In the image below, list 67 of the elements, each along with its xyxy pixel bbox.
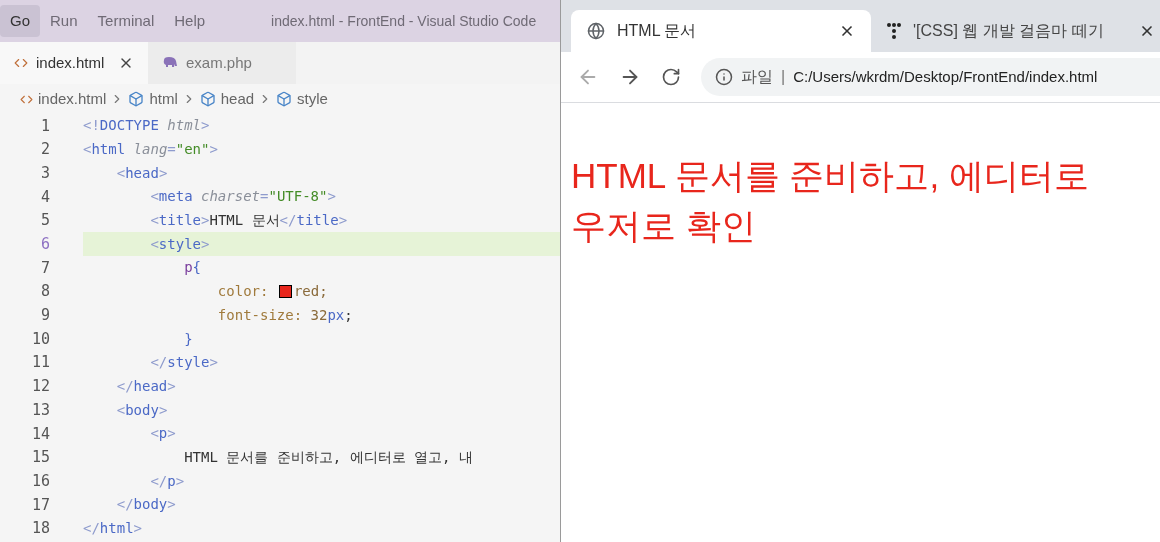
code-text: red;: [293, 282, 328, 302]
editor-tab[interactable]: index.html: [0, 42, 148, 84]
line-number: 9: [39, 305, 50, 327]
line-number: 18: [30, 518, 50, 540]
breadcrumb-item[interactable]: index.html: [20, 87, 107, 111]
code-text: <body>: [115, 400, 168, 420]
info-icon: [715, 68, 733, 86]
code-text: font-size: 32px;: [216, 305, 353, 325]
code-text: </style>: [149, 353, 218, 373]
code-text: p{: [183, 258, 201, 278]
elephant-icon: [162, 57, 178, 69]
code-text: color:: [216, 282, 270, 302]
line-number: 15: [30, 447, 50, 469]
cube-icon: [128, 91, 145, 107]
address-bar[interactable]: 파일 | C:/Users/wkrdm/Desktop/FrontEnd/index.html: [701, 58, 1160, 96]
url-text: C:/Users/wkrdm/Desktop/FrontEnd/index.html: [793, 66, 1098, 87]
line-number: 3: [39, 162, 50, 184]
scheme-label: 파일: [741, 67, 773, 87]
menu-item[interactable]: Help: [164, 5, 216, 37]
line-number: 1: [39, 115, 50, 137]
line-number: 12: [30, 376, 50, 398]
breadcrumb-item[interactable]: head: [199, 87, 255, 111]
code-text: </head>: [115, 376, 176, 396]
line-number: 8: [39, 281, 50, 303]
paragraph-line: HTML 문서를 준비하고, 에디터로: [571, 155, 1090, 197]
line-number: 11: [30, 352, 50, 374]
menu-item[interactable]: Terminal: [87, 5, 165, 37]
close-icon[interactable]: [1139, 23, 1155, 39]
globe-icon: [587, 22, 605, 40]
browser-tab[interactable]: '[CSS] 웹 개발 걸음마 떼기: [871, 10, 1160, 52]
line-number: 2: [39, 139, 50, 161]
code-text: </html>: [83, 519, 142, 539]
breadcrumb-item[interactable]: html: [128, 87, 178, 111]
paragraph-line: 우저로 확인: [571, 205, 757, 247]
line-number: 4: [39, 186, 50, 208]
code-icon: [14, 56, 28, 70]
code-text: <html lang="en">: [83, 140, 218, 160]
browser-tab[interactable]: HTML 문서: [571, 10, 871, 52]
code-text: }: [183, 329, 193, 349]
code-text: <p>: [149, 424, 176, 444]
code-text: <meta charset="UTF-8">: [149, 187, 336, 207]
code-text: <!DOCTYPE html>: [83, 116, 210, 136]
line-number: 6: [39, 234, 50, 256]
line-number: 14: [30, 423, 50, 445]
code-text: <title>HTML 문서</title>: [149, 211, 348, 231]
code-text: <style>: [149, 234, 210, 254]
line-number: 7: [39, 257, 50, 279]
code-text: <head>: [115, 163, 168, 183]
line-number: 17: [30, 494, 50, 516]
line-number: 13: [30, 399, 50, 421]
separator: |: [781, 67, 786, 87]
menu-item[interactable]: Run: [40, 5, 88, 37]
code-text: HTML 문서를 준비하고, 에디터로 열고, 내: [183, 447, 473, 467]
breadcrumb-item[interactable]: style: [276, 87, 328, 111]
line-number: 10: [30, 328, 50, 350]
code-text: </p>: [149, 471, 185, 491]
cube-icon: [199, 91, 216, 107]
editor-tab[interactable]: exam.php: [148, 42, 296, 84]
code-text: </body>: [115, 495, 176, 515]
dots-icon: [887, 23, 901, 39]
window-title: index.html - FrontEnd - Visual Studio Code: [271, 11, 537, 31]
cube-icon: [276, 91, 293, 107]
line-number: 5: [39, 210, 50, 232]
line-number: 16: [30, 470, 50, 492]
menu-item[interactable]: Go: [0, 5, 40, 37]
close-icon[interactable]: [839, 23, 855, 39]
reload-button[interactable]: [661, 67, 681, 87]
